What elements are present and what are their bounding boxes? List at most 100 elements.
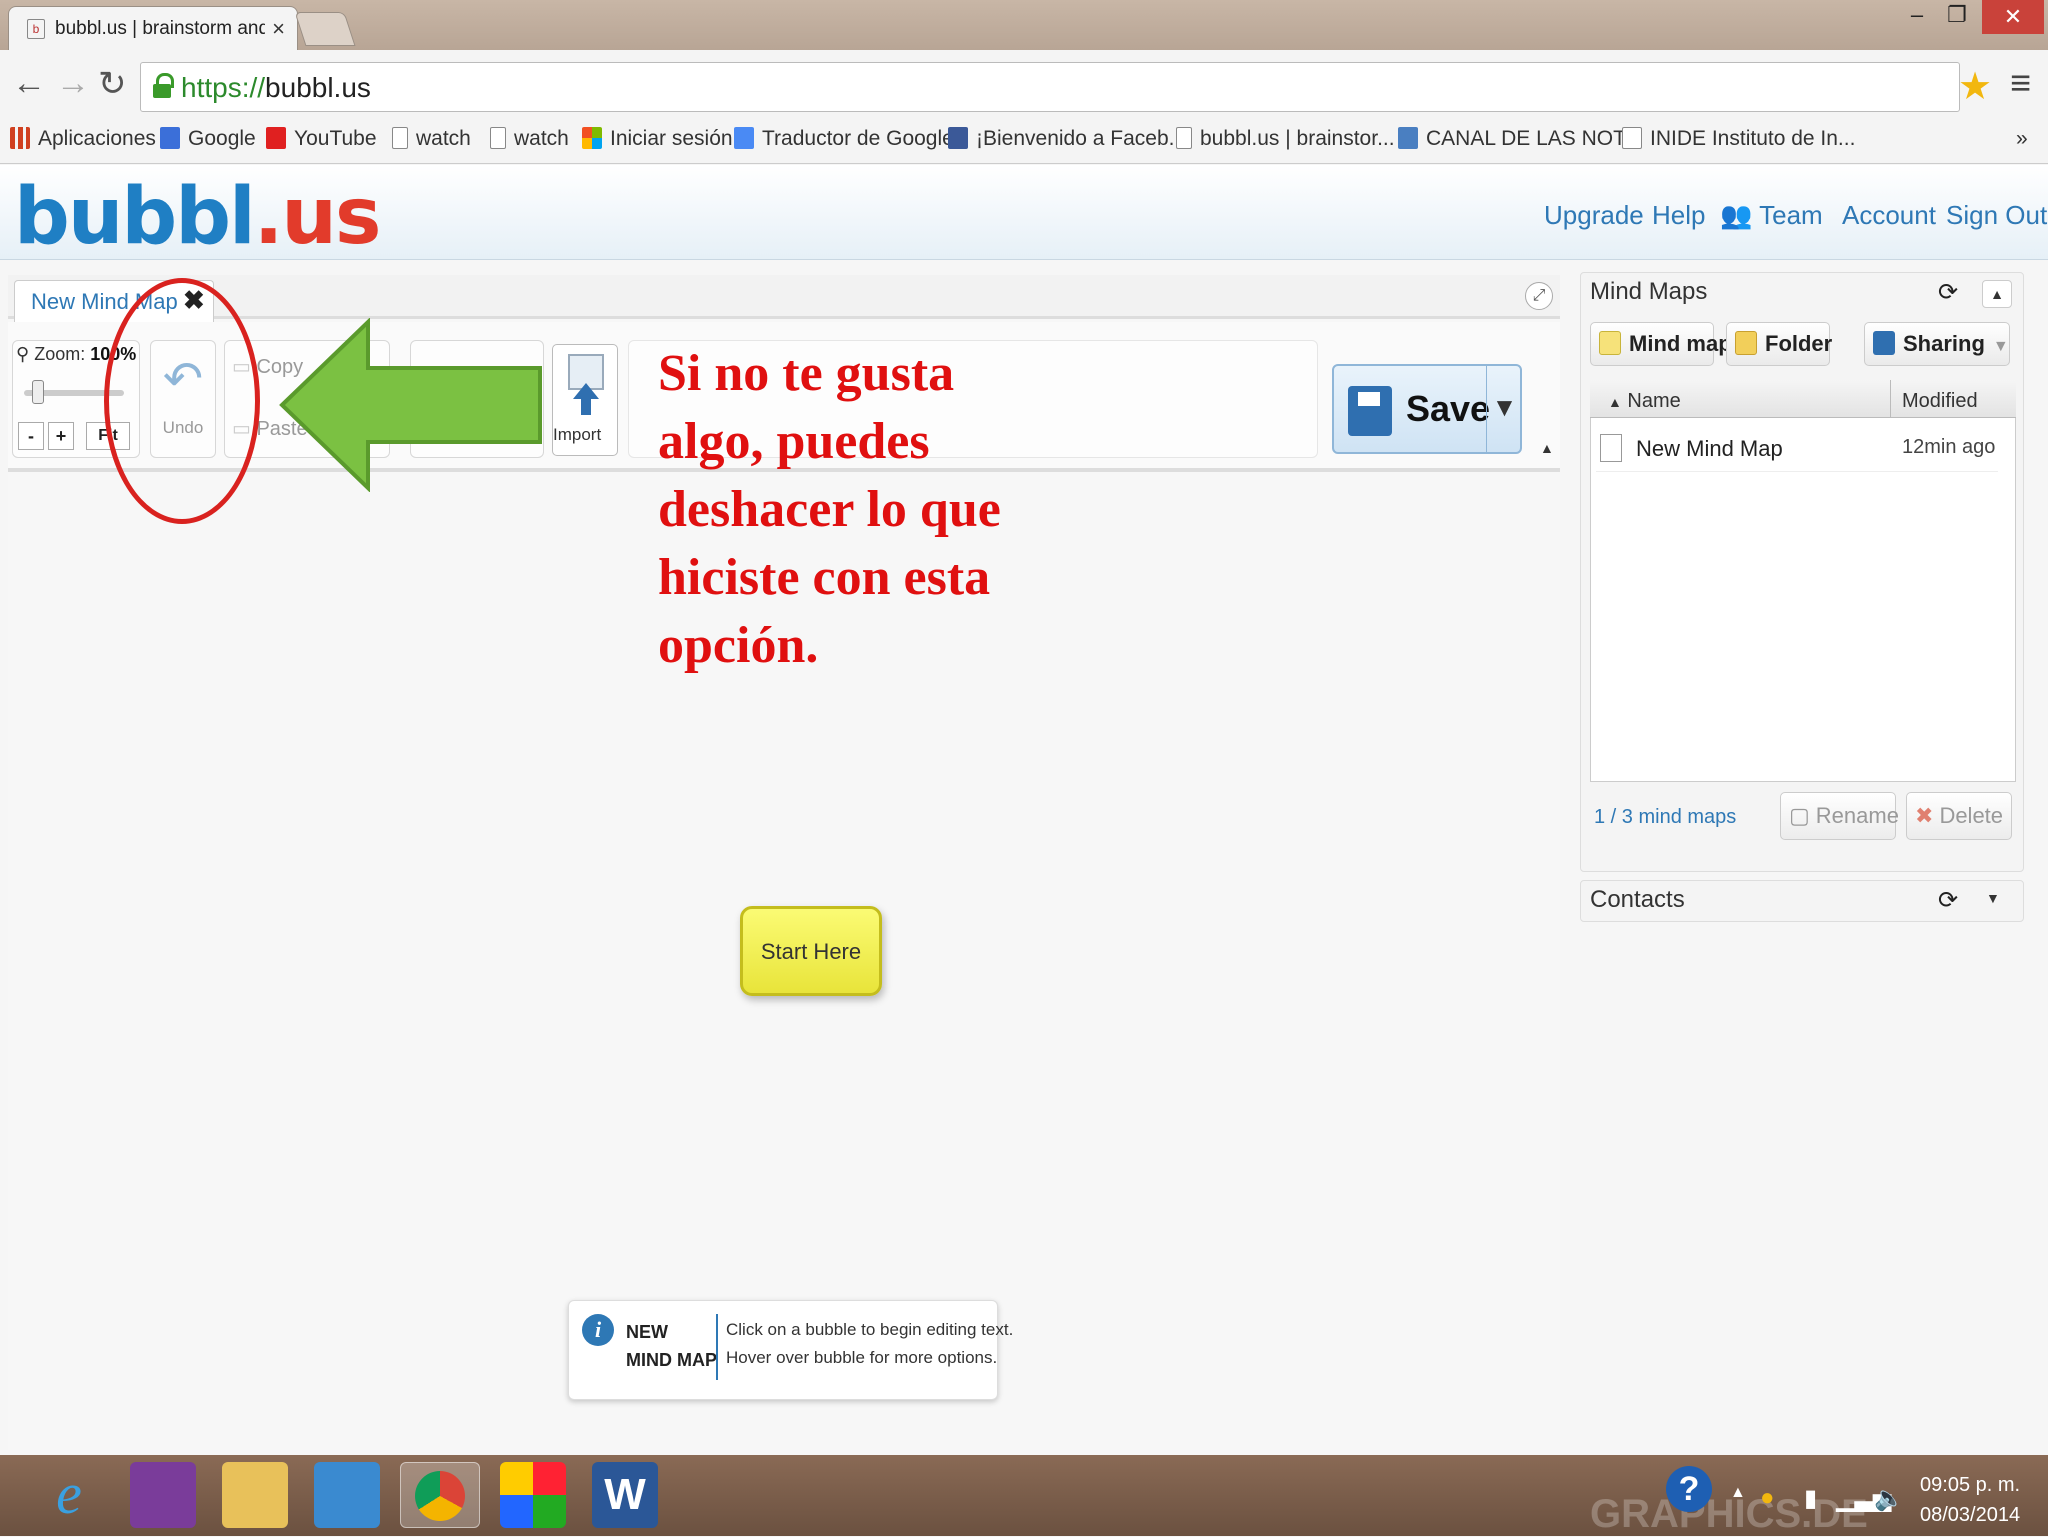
zoom-slider-handle[interactable] (32, 380, 44, 404)
tab-close-icon[interactable]: × (272, 16, 285, 42)
sharing-button[interactable]: Sharing ▼ (1864, 322, 2010, 366)
chrome-taskbar-button[interactable] (400, 1462, 480, 1528)
zoom-out-button[interactable]: - (18, 422, 44, 450)
magnifier-icon: ⚲ (16, 344, 30, 364)
floppy-disk-icon (1348, 386, 1392, 436)
info-icon: i (582, 1314, 614, 1346)
column-name[interactable]: ▲ Name (1608, 390, 1681, 413)
toolbar-collapse-icon[interactable]: ▲ (1540, 440, 1554, 456)
rename-button[interactable]: ▢ Rename (1780, 792, 1899, 840)
save-options-dropdown[interactable]: ▼ (1486, 364, 1522, 454)
delete-button[interactable]: ✖ Delete (1906, 792, 2012, 840)
expand-contacts-icon[interactable]: ▼ (1986, 890, 2000, 906)
sharing-icon (1873, 331, 1895, 355)
word-icon[interactable]: W (592, 1462, 658, 1528)
info-text: Click on a bubble to begin editing text.… (726, 1320, 1014, 1367)
translate-icon (734, 127, 754, 149)
url-host: bubbl.us (265, 72, 371, 103)
launcher-app-icon[interactable] (314, 1462, 380, 1528)
bookmark-iniciar-sesion[interactable]: Iniciar sesión (582, 127, 733, 151)
annotation-arrow-icon (279, 318, 542, 492)
bubblus-logo[interactable]: bubbl.us (14, 172, 381, 262)
collapse-header-icon[interactable]: ⤢ (1525, 282, 1553, 310)
thumbs-up-icon (1398, 127, 1418, 149)
page-icon (490, 127, 506, 149)
watermark: GRAPHICS.DE (1590, 1492, 1868, 1536)
minimize-button[interactable]: – (1900, 2, 1934, 32)
column-modified[interactable]: Modified (1902, 390, 1978, 413)
facebook-icon (948, 127, 968, 149)
import-button[interactable]: Import (552, 344, 618, 456)
bookmark-google[interactable]: Google (160, 127, 256, 151)
zoom-in-button[interactable]: + (48, 422, 74, 450)
address-bar[interactable]: https://bubbl.us (140, 62, 1960, 112)
back-icon[interactable]: ← (12, 64, 46, 103)
network-app-icon[interactable] (130, 1462, 196, 1528)
bookmark-bubblus[interactable]: bubbl.us | brainstor... (1176, 127, 1395, 151)
refresh-icon[interactable]: ⟳ (1938, 278, 1958, 307)
browser-tab[interactable]: b bubbl.us | brainstorm and × (8, 6, 298, 50)
mind-map-count: 1 / 3 mind maps (1594, 806, 1737, 828)
nav-account[interactable]: Account (1842, 200, 1936, 231)
browser-tab-title: bubbl.us | brainstorm and (55, 18, 265, 39)
new-tab-button[interactable] (294, 12, 356, 46)
microsoft-icon (582, 127, 602, 149)
bubbl-favicon-icon (1176, 127, 1192, 149)
bookmark-apps[interactable]: Aplicaciones (10, 127, 156, 151)
contacts-refresh-icon[interactable]: ⟳ (1938, 886, 1958, 915)
column-separator (1890, 380, 1891, 418)
collapse-mind-maps-icon[interactable]: ▲ (1982, 280, 2012, 308)
delete-icon: ✖ (1915, 803, 1934, 828)
inide-icon (1622, 127, 1642, 149)
restore-button[interactable]: ❐ (1940, 2, 1974, 32)
nav-team[interactable]: 👥 Team (1720, 200, 1823, 231)
close-window-button[interactable]: ✕ (1982, 0, 2044, 34)
forward-icon[interactable]: → (56, 64, 90, 103)
internet-explorer-icon[interactable]: e (36, 1462, 102, 1528)
list-item[interactable]: New Mind Map 12min ago (1596, 428, 1998, 472)
team-icon: 👥 (1720, 200, 1753, 230)
bookmark-canal[interactable]: CANAL DE LAS NOT... (1398, 127, 1641, 151)
rename-icon: ▢ (1789, 803, 1810, 828)
bookmark-traductor[interactable]: Traductor de Google (734, 127, 954, 151)
chrome-menu-icon[interactable]: ≡ (2010, 62, 2031, 104)
nav-help[interactable]: Help (1652, 200, 1705, 231)
system-clock[interactable]: 09:05 p. m. 08/03/2014 (1920, 1470, 2020, 1530)
info-title: NEW MIND MAP (626, 1322, 717, 1370)
new-mind-map-button[interactable]: Mind map (1590, 322, 1732, 366)
colors-app-icon[interactable] (500, 1462, 566, 1528)
bookmark-inide[interactable]: INIDE Instituto de In... (1622, 127, 1855, 151)
annotation-text: Si no te gusta algo, puedes deshacer lo … (658, 345, 1001, 674)
battery-icon[interactable]: ▮ (1804, 1484, 1817, 1513)
bookmark-watch-1[interactable]: watch (392, 127, 471, 151)
bookmarks-overflow[interactable]: » (2016, 127, 2028, 151)
url-scheme: https:// (181, 72, 266, 103)
volume-icon[interactable]: 🔈 (1874, 1484, 1904, 1513)
mind-maps-title: Mind Maps (1590, 278, 1708, 305)
bookmark-star-icon[interactable]: ★ (1958, 64, 1992, 109)
folder-icon (1735, 331, 1757, 355)
bookmark-facebook[interactable]: ¡Bienvenido a Faceb... (948, 127, 1186, 151)
start-here-bubble[interactable]: Start Here (740, 906, 882, 996)
nav-sign-out[interactable]: Sign Out (1946, 200, 2047, 231)
help-question-icon[interactable]: ? (1666, 1466, 1712, 1512)
contacts-title: Contacts (1590, 886, 1685, 913)
document-icon (1600, 434, 1622, 462)
apps-grid-icon (10, 127, 30, 149)
chrome-icon (415, 1471, 465, 1521)
norton-icon[interactable]: ● (1760, 1484, 1775, 1512)
info-divider (716, 1314, 718, 1380)
tray-expand-icon[interactable]: ▲ (1730, 1484, 1746, 1502)
sharing-dropdown-icon: ▼ (1992, 338, 2009, 355)
bookmark-watch-2[interactable]: watch (490, 127, 569, 151)
annotation-circle (104, 278, 260, 524)
editor-tab-bar (8, 275, 1560, 319)
reload-icon[interactable]: ↻ (98, 64, 127, 104)
bookmark-youtube[interactable]: YouTube (266, 127, 377, 151)
lock-icon (153, 73, 174, 99)
new-folder-button[interactable]: Folder (1726, 322, 1832, 366)
youtube-icon (266, 127, 286, 149)
file-explorer-icon[interactable] (222, 1462, 288, 1528)
nav-upgrade[interactable]: Upgrade (1544, 200, 1644, 231)
sort-asc-icon: ▲ (1608, 394, 1622, 410)
